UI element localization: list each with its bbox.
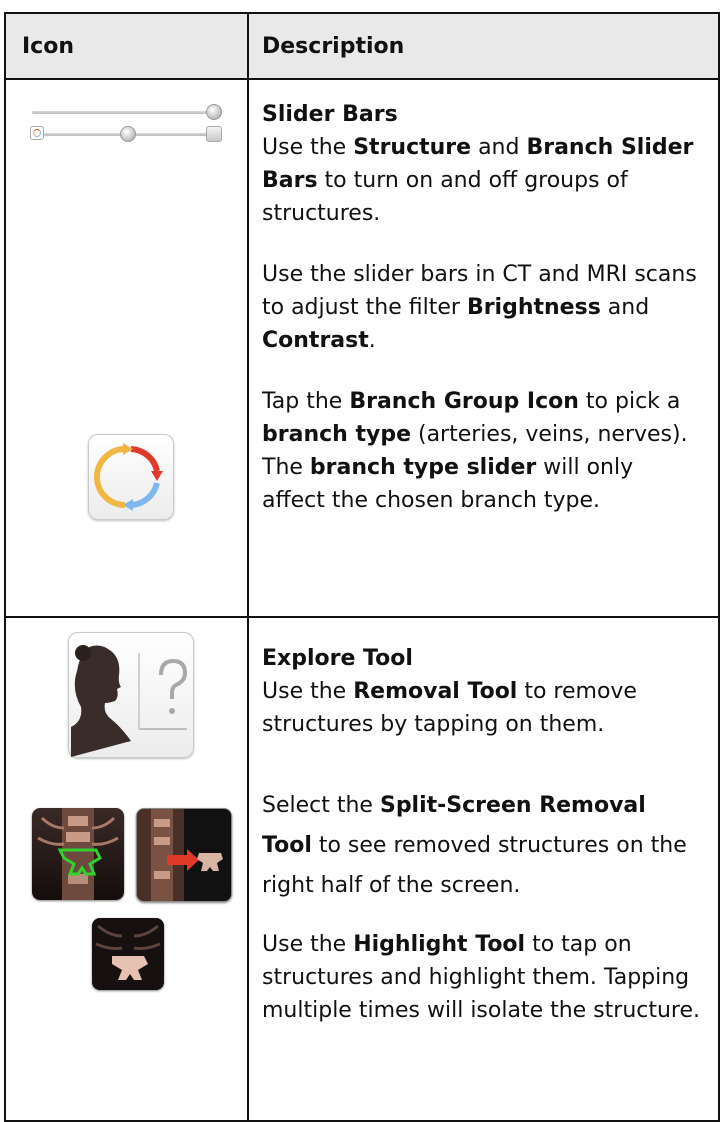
- column-divider: [247, 78, 249, 616]
- slider-bars-icon: [28, 102, 228, 152]
- branch-group-icon: [88, 434, 174, 520]
- removal-tool-icon: [32, 808, 124, 900]
- highlight-tool-icon: [92, 918, 164, 990]
- icon-description-table: Icon Description Slider Bars Use the Str…: [4, 12, 720, 1122]
- table-row-explore-tool: Explore Tool Use the Removal Tool to rem…: [6, 618, 718, 1120]
- table-header: Icon Description: [6, 14, 718, 80]
- header-icon-cell: Icon: [6, 14, 249, 78]
- column-divider: [247, 618, 249, 1120]
- table-row-slider-bars: Slider Bars Use the Structure and Branch…: [6, 78, 718, 618]
- explore-tool-paragraph-3: Use the Highlight Tool to tap on structu…: [262, 932, 701, 1023]
- slider-bars-paragraph-3: Tap the Branch Group Icon to pick a bran…: [262, 389, 688, 513]
- explore-tool-paragraph-2: Select the Split-Screen Removal Tool to …: [262, 793, 687, 898]
- header-icon-label: Icon: [22, 34, 75, 59]
- slider-bars-description: Slider Bars Use the Structure and Branch…: [262, 98, 702, 517]
- explore-tool-description: Explore Tool Use the Removal Tool to rem…: [262, 642, 702, 1027]
- explore-tool-title: Explore Tool: [262, 646, 413, 671]
- slider-bars-paragraph-2: Use the slider bars in CT and MRI scans …: [262, 262, 697, 353]
- explore-tool-paragraph-1: Use the Removal Tool to remove structure…: [262, 679, 637, 737]
- split-screen-removal-icon: [136, 808, 232, 902]
- slider-bars-title: Slider Bars: [262, 102, 398, 127]
- header-description-label: Description: [262, 34, 405, 59]
- explore-tool-icon: [68, 632, 194, 758]
- slider-bars-paragraph-1: Use the Structure and Branch Slider Bars…: [262, 135, 694, 226]
